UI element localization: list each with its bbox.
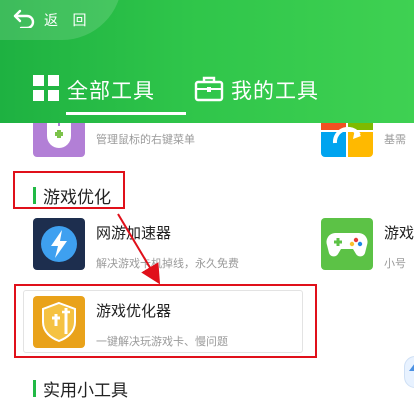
windows-refresh-icon [321,123,373,157]
back-label: 返 回 [44,13,92,29]
tab-my-tools-label: 我的工具 [231,79,319,103]
arrow-up-icon [409,364,414,371]
tool-card-game-accelerator[interactable]: 网游加速器 解决游戏卡机掉线，永久免费 [33,218,239,271]
back-arrow-icon [12,8,36,32]
tab-selected-underline [66,112,186,115]
tool-card-mouse-menu[interactable]: 管理鼠标的右键菜单 [33,123,195,157]
header-bar: 返 回 全部工具 我的工具 [0,0,414,123]
section-accent-bar [33,380,36,397]
tool-title: 游戏 [384,224,414,242]
tool-desc: 基需 [384,133,406,146]
tab-my-tools[interactable]: 我的工具 [194,72,319,108]
tool-card-texts: 基需 [384,123,406,157]
back-button[interactable]: 返 回 [12,7,91,33]
mouse-icon [33,123,85,157]
tool-desc: 管理鼠标的右键菜单 [96,133,195,146]
tab-all-tools[interactable]: 全部工具 [32,72,186,115]
tool-card-game-other[interactable]: 游戏 小号 [321,218,414,271]
tab-all-tools-label: 全部工具 [67,79,155,103]
annotation-box-section [13,171,125,209]
briefcase-icon [194,74,224,106]
tool-card-texts: 网游加速器 解决游戏卡机掉线，永久免费 [96,218,239,271]
lightning-icon [33,218,85,270]
section-header-utilities: 实用小工具 [33,376,128,401]
tool-card-texts: 管理鼠标的右键菜单 [96,123,195,157]
annotation-box-optimizer [14,284,317,358]
tool-list[interactable]: 管理鼠标的右键菜单 基需 游戏优化 网游加速器 解决游戏卡机掉线，永久免费 游戏… [0,123,414,402]
tool-desc: 解决游戏卡机掉线，永久免费 [96,257,239,270]
grid-icon [32,74,60,106]
scroll-to-top-button[interactable] [404,356,414,388]
tool-card-windows[interactable]: 基需 [321,123,406,157]
tool-title: 网游加速器 [96,224,172,242]
tool-desc: 小号 [384,257,406,270]
section-title: 实用小工具 [43,381,128,401]
tool-card-texts: 游戏 小号 [384,218,414,271]
gamepad-icon [321,218,373,270]
